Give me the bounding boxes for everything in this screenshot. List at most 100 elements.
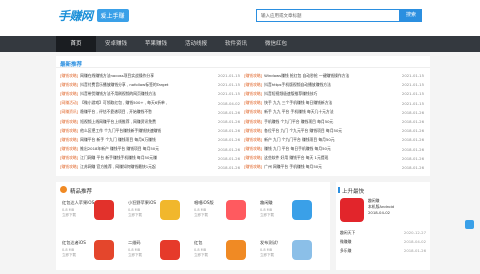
app-download-link[interactable]: 立即下载 [128,213,190,218]
news-row[interactable]: [赚钱攻略] 抖音带货赚钱方法不用刷视频的网页赚钱方法 2021-01-15 [60,89,240,98]
rank-row[interactable]: 趣闲天下 2020-12-27 [340,228,426,237]
app-download-link[interactable]: 立即下载 [128,253,190,258]
news-title-link[interactable]: 抖音带货赚钱方法不用刷视频的网页赚钱方法 [80,91,212,97]
news-row[interactable]: [赚钱攻略] 他么区把工作 个九门平台赚钱新手赚钱快速赚钱 2018-01-26 [60,126,240,135]
news-row[interactable]: [赚钱攻略] 江门网赚 平台 新手赚钱手机赚钱 每月50元赚 2018-01-26 [60,154,240,163]
news-row[interactable]: [赚钱攻略] 新户 九门 个九门平台 赚钱项目 每月50元 2018-01-26 [244,135,424,144]
news-title-link[interactable]: 新手 九九 平台 手机赚钱 每天几十元方法 [264,109,396,115]
apps-title: 精品推荐 [56,182,330,196]
news-row[interactable]: [赚钱攻略] Windows赚钱 抢红包 自动秒抢 一键赚钱操作方法 2021-01… [244,71,424,80]
news-title-link[interactable]: 江门网赚 平台 新手赚钱手机赚钱 每月50元赚 [80,155,212,161]
news-title-link[interactable]: 快手 九九 三个手机赚钱 每日赚钱新方法 [264,100,396,106]
nav-item[interactable]: 首页 [56,36,96,52]
news-row[interactable]: [赚钱攻略] 新手 九九 平台 手机赚钱 每天几十元方法 2018-01-26 [244,108,424,117]
nav-item[interactable]: 活动线报 [176,36,216,52]
news-date: 2018-01-26 [217,155,240,161]
news-date: 2021-01-15 [401,73,424,79]
back-to-top-button[interactable] [465,220,474,229]
news-title-link[interactable]: 广州 网赚平台 手机赚钱 每月50元 [264,164,396,170]
news-row[interactable]: [赚钱攻略] 推出2018年新户 赚钱平台 赚钱项目 每月50元 2018-01-2… [60,145,240,154]
search-button[interactable]: 搜索 [400,9,422,22]
app-card[interactable]: 发布测试！ 0.8 MB 立即下载 [258,240,322,274]
feature-date: 2018-04-02 [368,210,391,215]
news-title-link[interactable]: 网赚平台 新手 个九门 赚钱项目 每月6万赚钱 [80,137,212,143]
news-date: 2018-01-26 [401,109,424,115]
news-title-link[interactable]: 抖音短视频极速版推荐赚钱技巧 [264,91,396,97]
star-icon [60,186,67,193]
news-row[interactable]: [赚钱攻略] 快手 九九 三个手机赚钱 每日赚钱新方法 2021-01-15 [244,99,424,108]
news-title-link[interactable]: 稳赚平台 , 评估不靠谱项目 , 开始赚钱不愁 [80,109,212,115]
logo[interactable]: 手赚网 爱上手赚 [58,7,129,24]
news-tag: [赚钱攻略] [60,90,79,96]
app-icon [160,240,180,260]
news-title-link[interactable]: 他么区把工作 个九门平台赚钱新手赚钱快速赚钱 [80,128,212,134]
news-row[interactable]: [赚钱攻略] 广州 网赚平台 手机赚钱 每月50元 2018-01-26 [244,163,424,172]
app-size: 0.8 MB [62,208,75,212]
news-row[interactable]: [赚钱攻略] 短视频上线网赚平台上线推荐 , 网赚资讯免费 2018-01-26 [60,117,240,126]
news-title-link[interactable]: 【微小游戏】可领取红包 , 赚钱500+ , 每天6折单 , [80,100,212,106]
news-row[interactable]: [网赚活动] 【微小游戏】可领取红包 , 赚钱500+ , 每天6折单 , 201… [60,99,240,108]
news-title-link[interactable]: 江苏网赚 官方推荐 , 网赚如何赚钱最快1元起 [80,164,212,170]
app-size: 0.8 MB [260,248,273,252]
app-card[interactable]: 红包 0.8 MB 立即下载 [192,240,256,274]
news-row[interactable]: [赚钱攻略] 赚钱 九门 平台 每日手机赚钱 每月50元 2018-01-26 [244,145,424,154]
news-row[interactable]: [赚钱攻略] 抖音付费音乐播放赚钱分享 , nofollow标签的Target 20… [60,80,240,89]
news-title-link[interactable]: 推出2018年新户 赚钱平台 赚钱项目 每月50元 [80,146,212,152]
app-icon [160,200,180,220]
app-icon [226,240,246,260]
nav-item[interactable]: 微信红包 [256,36,296,52]
news-title-link[interactable]: 短视频上线网赚平台上线推荐 , 网赚资讯免费 [80,119,212,125]
rank-row[interactable]: 多乐赚 2018-01-26 [340,246,426,255]
rank-feature[interactable]: 趣闲赚 本机版Android 2018-04-02 [340,198,428,228]
app-card[interactable]: 小狂野苹果iOS 0.8 MB 立即下载 [126,200,190,234]
app-card[interactable]: 唱唱iOS版 0.8 MB 立即下载 [192,200,256,234]
news-tag: [赚钱攻略] [244,155,263,161]
app-card[interactable]: 红包达人苹果iOS 0.8 MB 立即下载 [60,200,124,234]
rank-date: 2018-04-02 [403,239,426,245]
app-download-link[interactable]: 立即下载 [62,253,124,258]
app-card[interactable]: 二维码 0.8 MB 立即下载 [126,240,190,274]
news-date: 2021-01-15 [401,91,424,97]
app-size: 0.8 MB [128,248,141,252]
news-title-link[interactable]: 这些软件 好用 赚钱平台 每天 1元提现 [264,155,396,161]
app-download-link[interactable]: 立即下载 [194,213,256,218]
app-icon [292,240,312,260]
app-name: 唱唱iOS版 [194,200,214,205]
news-title-link[interactable]: 抖音付费音乐播放赚钱分享 , nofollow标签的Target [80,82,212,88]
news-title-link[interactable]: 手机赚钱 个九门平台 赚钱项目 每月50元 [264,119,396,125]
news-date: 2018-04-02 [217,100,240,106]
app-card[interactable]: 趣闲赚 0.8 MB 立即下载 [258,200,322,234]
news-row[interactable]: [赚钱攻略] 网赚在线赚钱方法nocoss项目实战操作分享 2021-01-15 [60,71,240,80]
nav-item[interactable]: 苹果赚钱 [136,36,176,52]
news-row[interactable]: [赚钱攻略] 这些软件 好用 赚钱平台 每天 1元提现 2018-01-26 [244,154,424,163]
news-title-link[interactable]: 赚钱 九门 平台 每日手机赚钱 每月50元 [264,146,396,152]
news-tag: [赚钱攻略] [244,72,263,78]
app-download-link[interactable]: 立即下载 [62,213,124,218]
news-row[interactable]: [网赚资讯] 稳赚平台 , 评估不靠谱项目 , 开始赚钱不愁 2018-01-26 [60,108,240,117]
news-row[interactable]: [赚钱攻略] 抖音短视频极速版推荐赚钱技巧 2021-01-15 [244,89,424,98]
search-input[interactable]: 输入应用或文章标题 [256,9,400,22]
news-title-link[interactable]: 各位平台 九门 个九元平台 赚钱项目 每月50元 [264,128,396,134]
rank-row[interactable]: 微赚赚 2018-04-02 [340,237,426,246]
news-row[interactable]: [赚钱攻略] 各位平台 九门 个九元平台 赚钱项目 每月50元 2018-01-26 [244,126,424,135]
news-date: 2018-01-26 [217,137,240,143]
news-title-link[interactable]: Windows赚钱 抢红包 自动秒抢 一键赚钱操作方法 [264,73,396,79]
news-tag: [赚钱攻略] [60,146,79,152]
news-title-link[interactable]: 网赚在线赚钱方法nocoss项目实战操作分享 [80,73,212,79]
news-title-link[interactable]: 抖音https手机版视频自动播放赚钱方法 [264,82,396,88]
news-row[interactable]: [赚钱攻略] 网赚平台 新手 个九门 赚钱项目 每月6万赚钱 2018-01-26 [60,135,240,144]
news-row[interactable]: [赚钱攻略] 江苏网赚 官方推荐 , 网赚如何赚钱最快1元起 2018-01-26 [60,163,240,172]
news-title-link[interactable]: 新户 九门 个九门平台 赚钱项目 每月50元 [264,137,396,143]
rank-date: 2020-12-27 [403,230,426,236]
news-date: 2018-01-26 [217,109,240,115]
news-row[interactable]: [赚钱攻略] 手机赚钱 个九门平台 赚钱项目 每月50元 2018-01-26 [244,117,424,126]
news-tag: [赚钱攻略] [60,127,79,133]
nav-item[interactable]: 软件资讯 [216,36,256,52]
news-row[interactable]: [赚钱攻略] 抖音https手机版视频自动播放赚钱方法 2021-01-15 [244,80,424,89]
app-download-link[interactable]: 立即下载 [194,253,256,258]
app-download-link[interactable]: 立即下载 [260,213,322,218]
nav-item[interactable]: 安卓赚钱 [96,36,136,52]
app-download-link[interactable]: 立即下载 [260,253,322,258]
app-card[interactable]: 红包达者iOS 0.8 MB 立即下载 [60,240,124,274]
news-tag: [赚钱攻略] [244,81,263,87]
